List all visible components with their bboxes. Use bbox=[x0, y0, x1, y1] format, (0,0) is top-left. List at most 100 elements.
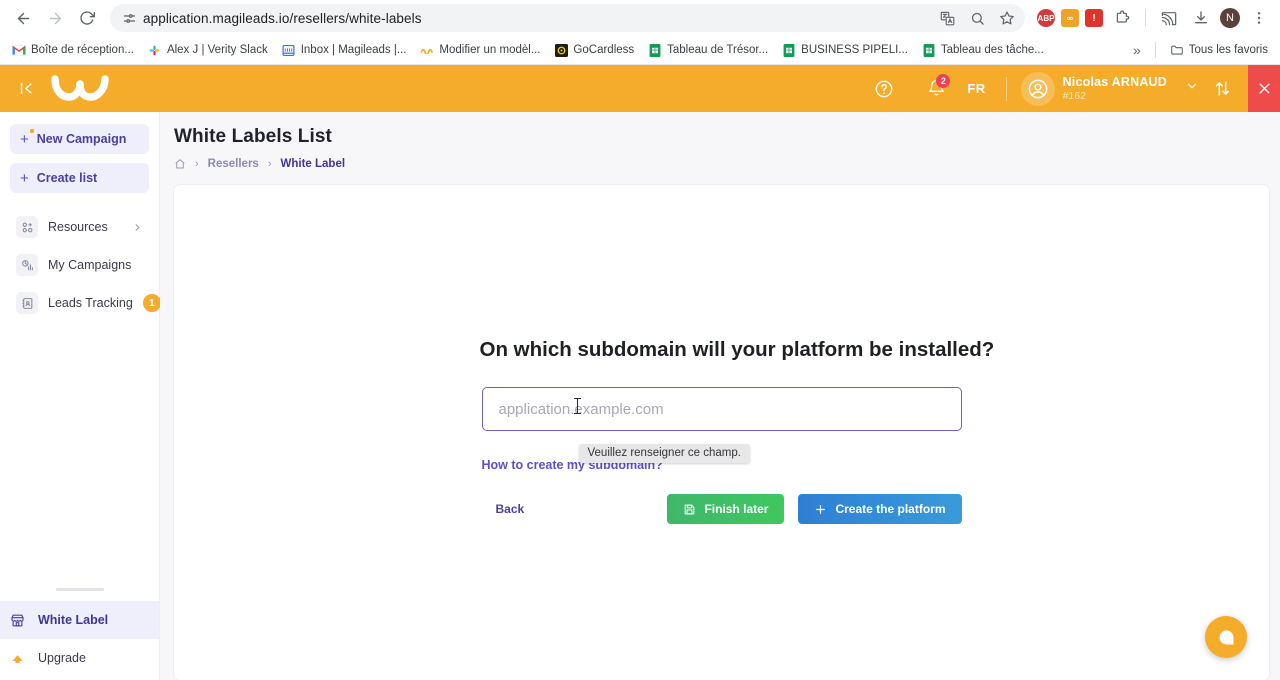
finish-later-button[interactable]: Finish later bbox=[667, 494, 785, 524]
back-button[interactable]: Back bbox=[482, 502, 525, 516]
header-divider bbox=[1005, 76, 1007, 101]
back-arrow-icon[interactable] bbox=[8, 3, 38, 33]
extension-label: ∞ bbox=[1066, 13, 1074, 23]
browser-profile-avatar[interactable]: N bbox=[1220, 8, 1240, 28]
storefront-icon bbox=[6, 609, 28, 631]
new-campaign-button[interactable]: + New Campaign bbox=[10, 124, 149, 154]
user-id: #162 bbox=[1062, 89, 1086, 102]
content-card: On which subdomain will your platform be… bbox=[173, 184, 1270, 680]
sidebar-item-upgrade[interactable]: Upgrade bbox=[0, 639, 159, 677]
bookmark-item[interactable]: GoCardless bbox=[548, 40, 640, 60]
sheets-icon bbox=[922, 43, 936, 57]
all-bookmarks-button[interactable]: Tous les favoris bbox=[1164, 40, 1274, 60]
home-icon[interactable] bbox=[174, 158, 186, 170]
download-icon[interactable] bbox=[1188, 5, 1214, 31]
translate-icon[interactable] bbox=[935, 6, 959, 30]
leads-tracking-badge: 1 bbox=[142, 294, 161, 312]
breadcrumb-separator: › bbox=[267, 158, 272, 170]
site-settings-icon[interactable] bbox=[122, 11, 137, 26]
create-list-button[interactable]: + Create list bbox=[10, 163, 149, 193]
breadcrumb-current: White Label bbox=[280, 158, 346, 170]
app-body: + New Campaign + Create list Resources M… bbox=[0, 112, 1280, 680]
chat-bubble-icon[interactable] bbox=[1205, 616, 1247, 658]
extension-label: ! bbox=[1092, 12, 1096, 24]
subdomain-input[interactable]: application.example.com Veuillez renseig… bbox=[481, 387, 962, 463]
cast-icon[interactable] bbox=[1156, 5, 1182, 31]
bookmark-label: GoCardless bbox=[573, 44, 635, 56]
plus-icon bbox=[814, 503, 827, 516]
bookmark-item[interactable]: Boîte de réception... bbox=[6, 40, 140, 60]
breadcrumb-separator: › bbox=[195, 158, 199, 170]
bookmark-item[interactable]: Modifier un modèl... bbox=[414, 40, 546, 60]
sidebar-nav: Resources My Campaigns Leads Tracking 1 bbox=[0, 202, 161, 322]
save-floppy-icon bbox=[683, 503, 696, 516]
extension-label: ABP bbox=[1037, 13, 1055, 23]
text-cursor-icon bbox=[573, 398, 581, 414]
language-selector[interactable]: FR bbox=[953, 81, 999, 96]
search-icon[interactable] bbox=[965, 6, 989, 30]
extension-alert-icon[interactable]: ! bbox=[1085, 9, 1103, 27]
close-icon[interactable] bbox=[1248, 65, 1280, 112]
extensions-puzzle-icon[interactable] bbox=[1109, 5, 1135, 31]
bookmarks-overflow-button[interactable]: » bbox=[1127, 39, 1147, 61]
extension-icons: ABP ∞ ! N bbox=[1033, 5, 1272, 31]
bookmark-item[interactable]: Tableau de Trésor... bbox=[642, 40, 774, 60]
collapse-sidebar-icon[interactable] bbox=[0, 80, 52, 97]
user-avatar-icon[interactable] bbox=[1020, 71, 1055, 106]
plus-sparkle-icon: + bbox=[20, 128, 34, 147]
sidebar-item-my-campaigns[interactable]: My Campaigns bbox=[10, 246, 149, 284]
sheets-icon bbox=[648, 43, 662, 57]
create-platform-label: Create the platform bbox=[835, 502, 946, 516]
notification-count-badge: 2 bbox=[936, 73, 951, 88]
magileads-logo[interactable] bbox=[48, 72, 122, 106]
extension-orange-icon[interactable]: ∞ bbox=[1061, 9, 1079, 27]
bookmark-item[interactable]: Tableau des tâche... bbox=[916, 40, 1050, 60]
breadcrumb: › Resellers › White Label bbox=[174, 158, 1280, 170]
sidebar-item-leads-tracking[interactable]: Leads Tracking 1 bbox=[10, 284, 161, 322]
help-circle-icon[interactable] bbox=[867, 72, 901, 106]
sort-arrows-icon[interactable] bbox=[1213, 79, 1248, 98]
sidebar-scroll-indicator[interactable] bbox=[55, 588, 104, 591]
bookmark-item[interactable]: Inbox | Magileads |... bbox=[276, 40, 413, 60]
folder-icon bbox=[1170, 43, 1184, 57]
magileads-icon bbox=[420, 43, 434, 57]
browser-toolbar: application.magileads.io/resellers/white… bbox=[0, 0, 1280, 36]
resources-icon bbox=[16, 216, 38, 238]
gmail-icon bbox=[12, 43, 26, 57]
new-campaign-label: New Campaign bbox=[36, 132, 127, 146]
adblock-plus-icon[interactable]: ABP bbox=[1037, 9, 1055, 27]
sidebar-item-label: White Label bbox=[38, 613, 109, 627]
chevron-down-icon[interactable] bbox=[1167, 79, 1213, 98]
bookmarks-divider bbox=[1154, 42, 1156, 58]
user-info[interactable]: Nicolas ARNAUD #162 bbox=[1063, 75, 1167, 101]
sheets-icon bbox=[782, 43, 796, 57]
toolbar-divider bbox=[1145, 9, 1146, 27]
sidebar-filler bbox=[0, 322, 159, 601]
create-list-label: Create list bbox=[36, 171, 98, 185]
sidebar-item-label: Resources bbox=[48, 220, 108, 234]
sidebar-item-label: Upgrade bbox=[38, 651, 86, 665]
bookmark-item[interactable]: BUSINESS PIPELI... bbox=[776, 40, 914, 60]
campaigns-chart-icon bbox=[16, 254, 38, 276]
browser-chrome: application.magileads.io/resellers/white… bbox=[0, 0, 1280, 65]
bookmark-item[interactable]: Alex J | Verity Slack bbox=[142, 40, 274, 60]
upgrade-arrow-icon bbox=[6, 647, 28, 669]
plus-icon: + bbox=[20, 169, 29, 187]
main-content: White Labels List › Resellers › White La… bbox=[160, 112, 1280, 680]
create-platform-button[interactable]: Create the platform bbox=[798, 494, 962, 524]
bookmark-label: Boîte de réception... bbox=[31, 44, 134, 56]
bookmark-star-icon[interactable] bbox=[995, 6, 1019, 30]
address-bar[interactable]: application.magileads.io/resellers/white… bbox=[110, 4, 1025, 32]
forward-arrow-icon[interactable] bbox=[40, 3, 70, 33]
url-text[interactable]: application.magileads.io/resellers/white… bbox=[143, 11, 929, 26]
breadcrumb-resellers[interactable]: Resellers bbox=[208, 158, 259, 170]
sidebar-item-resources[interactable]: Resources bbox=[10, 208, 149, 246]
bookmark-label: BUSINESS PIPELI... bbox=[801, 44, 908, 56]
page-title: White Labels List bbox=[174, 126, 332, 147]
three-dot-menu-icon[interactable] bbox=[1246, 5, 1272, 31]
bookmark-label: Alex J | Verity Slack bbox=[166, 44, 268, 56]
notifications-bell-icon[interactable]: 2 bbox=[919, 72, 953, 106]
reload-icon[interactable] bbox=[72, 3, 102, 33]
all-bookmarks-label: Tous les favoris bbox=[1188, 44, 1268, 56]
sidebar-item-white-label[interactable]: White Label bbox=[0, 601, 159, 639]
